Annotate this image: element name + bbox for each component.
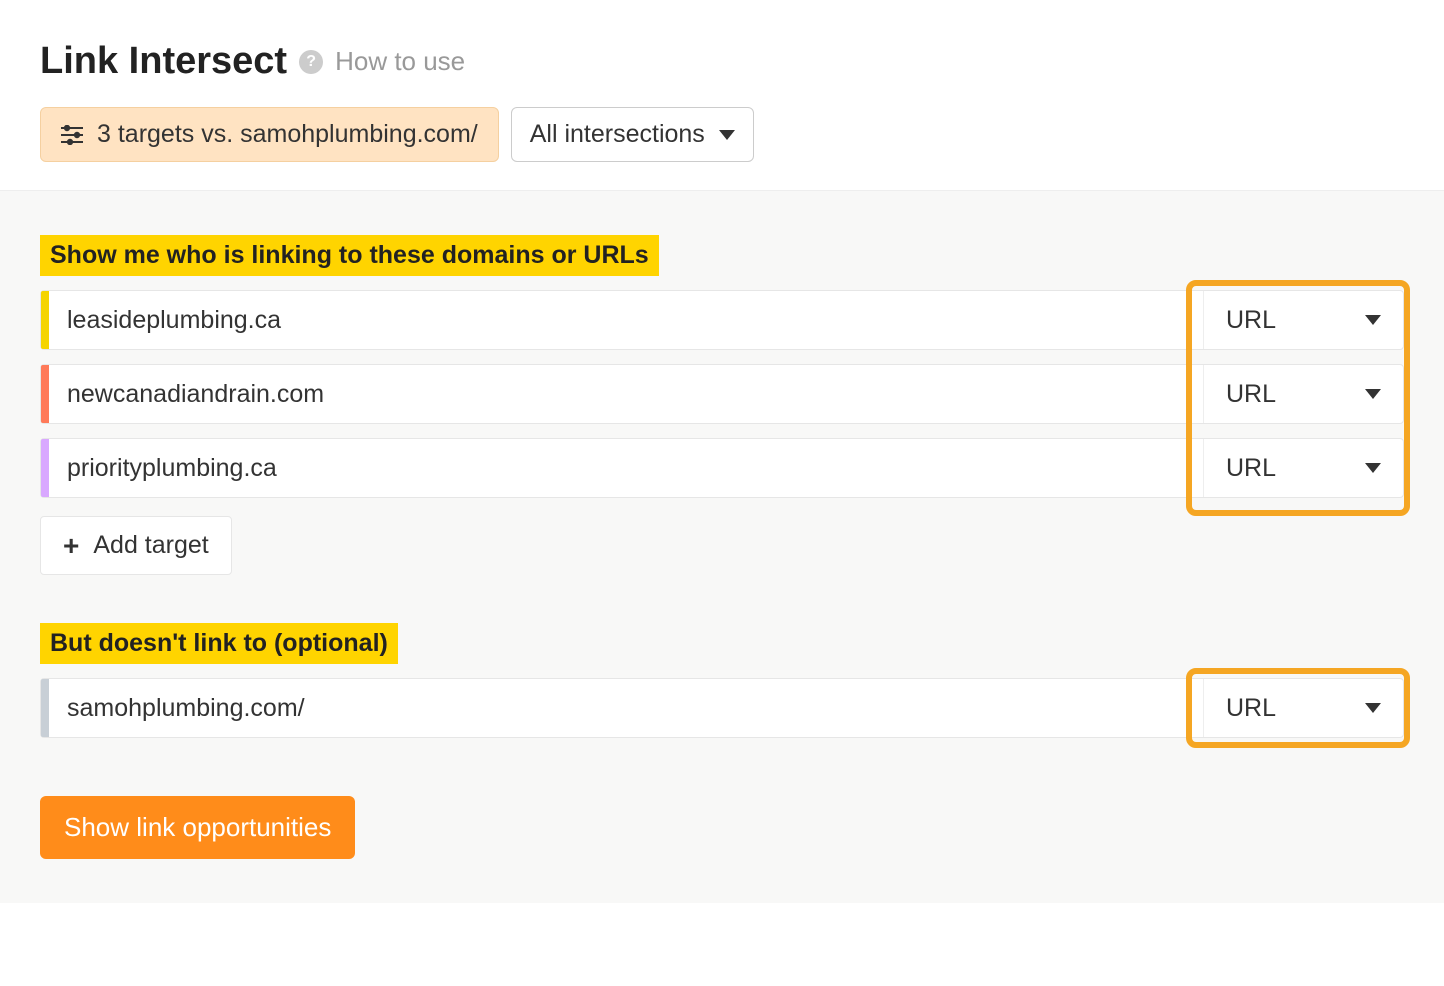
target-mode-select[interactable]: URL [1203, 291, 1403, 349]
exclude-group: URL [40, 678, 1404, 738]
sliders-icon [61, 125, 83, 145]
mode-label: URL [1226, 380, 1276, 409]
title-row: Link Intersect ? How to use [40, 40, 1404, 83]
target-mode-select[interactable]: URL [1203, 365, 1403, 423]
section-linking-to: Show me who is linking to these domains … [40, 235, 1404, 575]
chevron-down-icon [1365, 389, 1381, 399]
target-row: URL [40, 438, 1404, 498]
intersections-dropdown[interactable]: All intersections [511, 107, 754, 162]
filter-row: 3 targets vs. samohplumbing.com/ All int… [40, 107, 1404, 162]
exclude-input[interactable] [49, 679, 1203, 737]
chevron-down-icon [1365, 703, 1381, 713]
target-color-bar [41, 291, 49, 349]
target-mode-select[interactable]: URL [1203, 679, 1403, 737]
show-opportunities-button[interactable]: Show link opportunities [40, 796, 355, 859]
page-title: Link Intersect [40, 40, 287, 83]
targets-group: URL URL URL [40, 290, 1404, 498]
section-exclude: But doesn't link to (optional) URL [40, 623, 1404, 738]
target-row: URL [40, 364, 1404, 424]
plus-icon: + [63, 532, 79, 560]
header: Link Intersect ? How to use 3 targets vs… [0, 0, 1444, 191]
chevron-down-icon [719, 130, 735, 140]
add-target-button[interactable]: + Add target [40, 516, 232, 575]
add-target-label: Add target [93, 531, 208, 560]
chevron-down-icon [1365, 315, 1381, 325]
mode-label: URL [1226, 454, 1276, 483]
target-input[interactable] [49, 365, 1203, 423]
intersections-label: All intersections [530, 120, 705, 149]
how-to-use-link[interactable]: How to use [335, 46, 465, 77]
target-color-bar [41, 679, 49, 737]
target-mode-select[interactable]: URL [1203, 439, 1403, 497]
target-row: URL [40, 290, 1404, 350]
target-input[interactable] [49, 439, 1203, 497]
section1-label: Show me who is linking to these domains … [40, 235, 659, 276]
target-row: URL [40, 678, 1404, 738]
targets-summary-text: 3 targets vs. samohplumbing.com/ [97, 120, 478, 149]
help-icon[interactable]: ? [299, 50, 323, 74]
targets-summary-pill[interactable]: 3 targets vs. samohplumbing.com/ [40, 107, 499, 162]
mode-label: URL [1226, 306, 1276, 335]
section2-label: But doesn't link to (optional) [40, 623, 398, 664]
body-area: Show me who is linking to these domains … [0, 191, 1444, 903]
target-color-bar [41, 439, 49, 497]
chevron-down-icon [1365, 463, 1381, 473]
target-input[interactable] [49, 291, 1203, 349]
mode-label: URL [1226, 694, 1276, 723]
target-color-bar [41, 365, 49, 423]
